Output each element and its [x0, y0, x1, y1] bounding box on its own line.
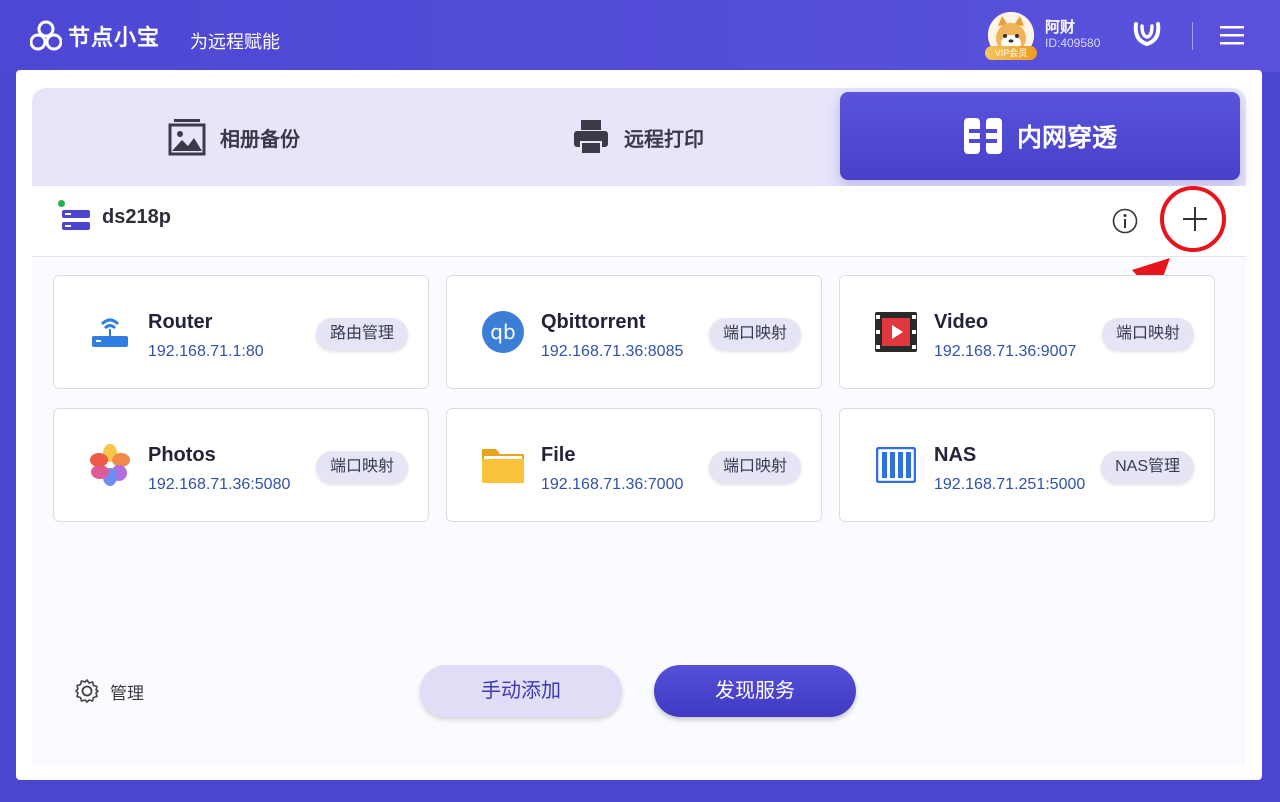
tab-label: 相册备份: [220, 128, 300, 151]
qbittorrent-icon: qb: [481, 310, 525, 354]
gear-icon: [75, 679, 99, 703]
device-row: ds218p: [32, 186, 1246, 330]
video-icon: [874, 310, 918, 354]
app-slogan: 为远程赋能: [190, 32, 280, 52]
port-mapping-button[interactable]: 端口映射: [708, 318, 801, 350]
service-card-router[interactable]: Router 192.168.71.1:80 路由管理: [53, 275, 429, 389]
discover-service-button[interactable]: 发现服务: [654, 665, 856, 717]
service-name: Photos: [148, 444, 216, 466]
tab-photo-backup[interactable]: 相册备份: [32, 88, 436, 186]
printer-icon: [572, 118, 610, 156]
service-address: 192.168.71.36:8085: [541, 343, 684, 360]
service-name: NAS: [934, 444, 977, 466]
photos-icon: [88, 443, 132, 487]
nas-icon: [874, 443, 918, 487]
service-card-video[interactable]: Video 192.168.71.36:9007 端口映射: [839, 275, 1215, 389]
user-name[interactable]: 阿财: [1045, 16, 1075, 37]
header-divider: [1192, 22, 1193, 50]
photo-album-icon: [168, 118, 206, 156]
device-name[interactable]: ds218p: [102, 206, 171, 229]
user-id: ID:409580: [1045, 36, 1101, 50]
logo-icon: [30, 20, 62, 51]
service-address: 192.168.71.251:5000: [934, 476, 1086, 493]
add-service-icon[interactable]: [1182, 206, 1208, 237]
service-card-file[interactable]: File 192.168.71.36:7000 端口映射: [446, 408, 822, 522]
router-manage-button[interactable]: 路由管理: [315, 318, 408, 350]
tab-intranet-penetration[interactable]: 内网穿透: [840, 92, 1240, 180]
service-address: 192.168.71.36:5080: [148, 476, 291, 493]
menu-icon[interactable]: [1220, 24, 1244, 51]
service-name: Router: [148, 311, 213, 333]
tunnel-icon: [963, 116, 1003, 156]
content-panel: 相册备份 远程打印 内网穿透 ds218p Router 192.168.71.…: [32, 88, 1246, 766]
folder-icon: [481, 443, 525, 487]
manage-label: 管理: [110, 683, 144, 703]
service-card-nas[interactable]: NAS 192.168.71.251:5000 NAS管理: [839, 408, 1215, 522]
nas-manage-button[interactable]: NAS管理: [1101, 451, 1194, 483]
tab-bar: 相册备份 远程打印 内网穿透: [32, 88, 1246, 186]
port-mapping-button[interactable]: 端口映射: [708, 451, 801, 483]
router-icon: [88, 310, 132, 354]
tab-label: 远程打印: [624, 128, 704, 151]
app-header: 节点小宝 为远程赋能 VIP会员 阿财 ID:409580: [0, 0, 1280, 72]
vip-badge: VIP会员: [985, 46, 1037, 60]
app-logo: 节点小宝: [30, 20, 160, 52]
info-icon[interactable]: [1112, 208, 1138, 239]
service-name: Qbittorrent: [541, 311, 646, 333]
tab-label: 内网穿透: [1016, 124, 1117, 152]
service-name: Video: [934, 311, 989, 333]
port-mapping-button[interactable]: 端口映射: [315, 451, 408, 483]
service-card-photos[interactable]: Photos 192.168.71.36:5080 端口映射: [53, 408, 429, 522]
svg-text:qb: qb: [490, 320, 515, 344]
app-name: 节点小宝: [68, 25, 161, 50]
brand-icon[interactable]: [1132, 18, 1162, 53]
tab-remote-print[interactable]: 远程打印: [436, 88, 840, 186]
main-window: 相册备份 远程打印 内网穿透 ds218p Router 192.168.71.…: [16, 70, 1262, 780]
online-status-dot: [58, 200, 65, 207]
service-name: File: [541, 444, 576, 466]
server-icon: [62, 208, 90, 237]
manual-add-button[interactable]: 手动添加: [420, 665, 622, 717]
service-address: 192.168.71.36:7000: [541, 476, 684, 493]
port-mapping-button[interactable]: 端口映射: [1101, 318, 1194, 350]
service-card-qbittorrent[interactable]: qb Qbittorrent 192.168.71.36:8085 端口映射: [446, 275, 822, 389]
service-address: 192.168.71.36:9007: [934, 343, 1077, 360]
service-address: 192.168.71.1:80: [148, 343, 264, 360]
manage-button[interactable]: 管理: [74, 678, 144, 704]
